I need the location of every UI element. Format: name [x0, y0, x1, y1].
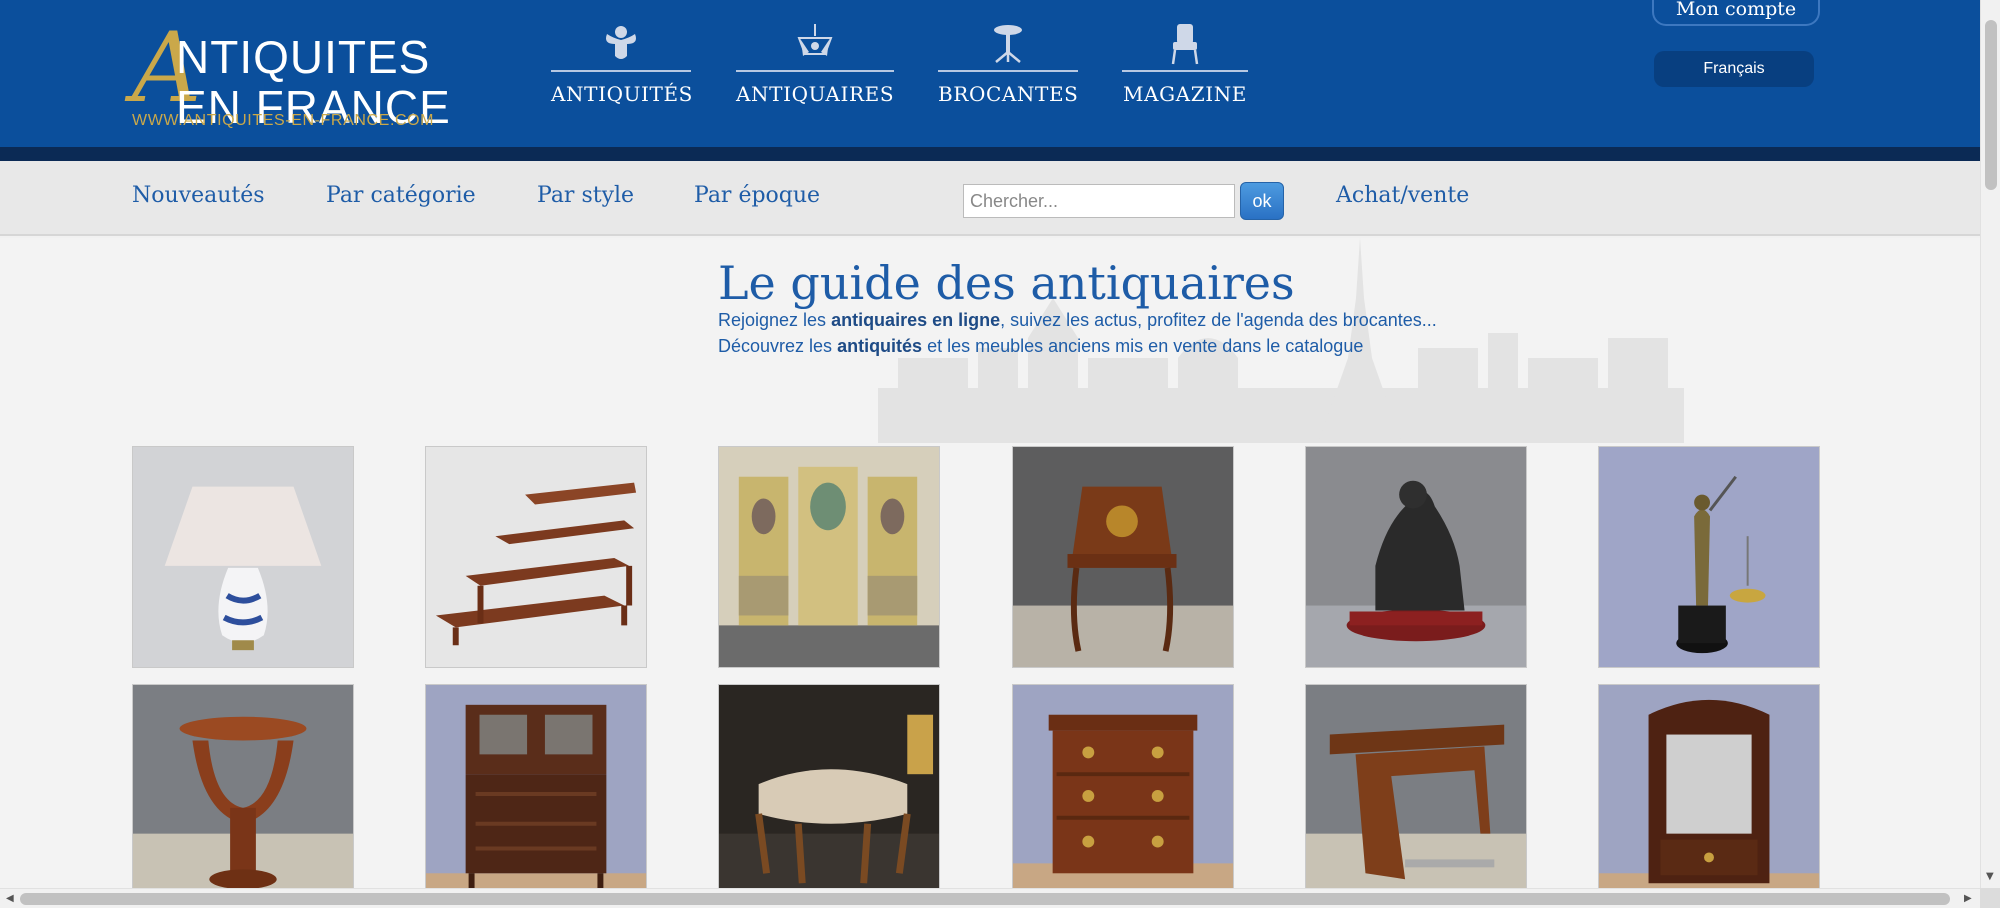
intro-line-1: Rejoignez les antiquaires en ligne, suiv… [718, 310, 1437, 331]
topnav-brocantes[interactable]: BROCANTES [938, 22, 1078, 112]
language-selector[interactable]: Français [1654, 51, 1814, 87]
topnav-divider [551, 70, 691, 72]
product-image [1013, 685, 1233, 905]
topnav-label: MAGAZINE [1122, 82, 1248, 106]
product-image [426, 685, 646, 905]
product-image [719, 447, 939, 667]
product-tile-porcelain-lamp[interactable] [132, 446, 354, 668]
intro-text: et les meubles anciens mis en vente dans… [922, 336, 1364, 356]
logo-url: WWW.ANTIQUITES-EN-FRANCE.COM [132, 112, 435, 129]
product-image [1306, 447, 1526, 667]
product-image [719, 685, 939, 905]
vertical-scroll-thumb[interactable] [1985, 20, 1997, 190]
search-ok-button[interactable]: ok [1240, 182, 1284, 220]
horizontal-scrollbar[interactable]: ◀ ▶ [0, 888, 1980, 908]
horizontal-scroll-thumb[interactable] [20, 893, 1950, 905]
site-logo[interactable]: A NTIQUITES EN FRANCE WWW.ANTIQUITES-EN-… [132, 20, 452, 134]
page-title: Le guide des antiquaires [718, 256, 1295, 310]
subnav-par-epoque[interactable]: Par époque [694, 183, 820, 208]
subnav-nouveautes[interactable]: Nouveautés [132, 183, 265, 208]
scroll-down-arrow-icon[interactable]: ▼ [1986, 872, 1994, 882]
scroll-right-arrow-icon[interactable]: ▶ [1964, 894, 1972, 904]
scrollbar-corner [1980, 888, 2000, 908]
vertical-scrollbar[interactable]: ▼ [1980, 0, 2000, 888]
product-tile-footstool[interactable] [718, 684, 940, 906]
topnav-divider [1122, 70, 1248, 72]
product-tile-marquetry-writing-desk[interactable] [1012, 446, 1234, 668]
topnav-label: BROCANTES [938, 82, 1079, 106]
product-tile-dresser-buffet[interactable] [425, 684, 647, 906]
header-band [0, 147, 1980, 161]
product-image [1306, 685, 1526, 905]
topnav-divider [736, 70, 894, 72]
product-tile-library-steps[interactable] [425, 446, 647, 668]
product-tile-art-deco-pedestal-table[interactable] [132, 684, 354, 906]
intro-text: Rejoignez les [718, 310, 832, 330]
subnav-par-style[interactable]: Par style [537, 183, 634, 208]
scroll-left-arrow-icon[interactable]: ◀ [6, 894, 14, 904]
main-content: Le guide des antiquaires Rejoignez les a… [0, 238, 1980, 906]
topnav-antiquites[interactable]: ANTIQUITÉS [551, 22, 693, 112]
site-header: A NTIQUITES EN FRANCE WWW.ANTIQUITES-EN-… [0, 0, 1980, 147]
subnav-par-categorie[interactable]: Par catégorie [326, 183, 476, 208]
product-tile-justice-statuette[interactable] [1598, 446, 1820, 668]
topnav-label: ANTIQUAIRES [736, 82, 895, 106]
intro-text: , suivez les actus, profitez de l'agenda… [1000, 310, 1437, 330]
product-tile-bronze-sculpture[interactable] [1305, 446, 1527, 668]
product-tile-art-deco-side-table[interactable] [1305, 684, 1527, 906]
intro-line-2: Découvrez les antiquités et les meubles … [718, 336, 1363, 357]
search-input[interactable] [963, 184, 1235, 218]
chandelier-icon [797, 24, 833, 56]
logo-text-line1: NTIQUITES [176, 31, 431, 83]
cherub-icon [606, 26, 636, 59]
product-image [1013, 447, 1233, 667]
product-image [1599, 685, 1819, 905]
account-button[interactable]: Mon compte [1652, 0, 1820, 26]
subnav-achat-vente[interactable]: Achat/vente [1336, 183, 1469, 208]
product-tile-painted-panels[interactable] [718, 446, 940, 668]
armchair-icon [1171, 24, 1199, 65]
product-image [426, 447, 646, 667]
topnav-magazine[interactable]: MAGAZINE [1122, 22, 1248, 112]
product-image [1599, 447, 1819, 667]
product-tile-chest-of-drawers[interactable] [1012, 684, 1234, 906]
product-tile-mirror-cabinet[interactable] [1598, 684, 1820, 906]
secondary-nav: Nouveautés Par catégorie Par style Par é… [0, 161, 1980, 236]
topnav-antiquaires[interactable]: ANTIQUAIRES [736, 22, 894, 112]
intro-link-antiquites[interactable]: antiquités [837, 336, 922, 356]
product-image [133, 447, 353, 667]
topnav-divider [938, 70, 1078, 72]
product-image [133, 685, 353, 905]
intro-link-antiquaires[interactable]: antiquaires en ligne [831, 310, 1000, 330]
gueridon-icon [994, 25, 1022, 63]
topnav-label: ANTIQUITÉS [551, 82, 693, 106]
intro-text: Découvrez les [718, 336, 838, 356]
